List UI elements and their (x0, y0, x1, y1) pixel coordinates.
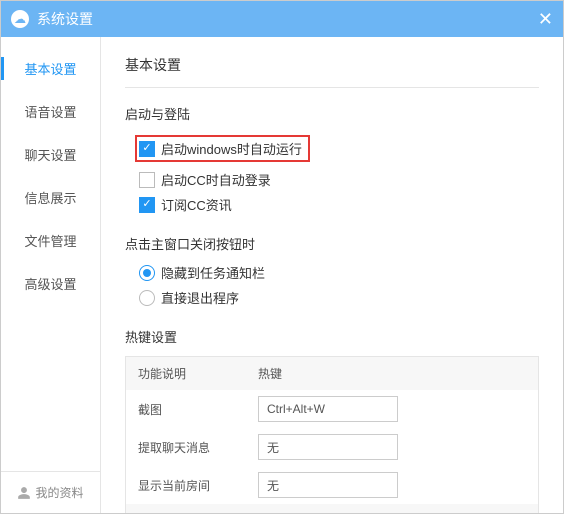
close-icon[interactable]: ✕ (538, 9, 553, 30)
sidebar-item-files[interactable]: 文件管理 (1, 219, 100, 262)
sidebar: 基本设置 语音设置 聊天设置 信息展示 文件管理 高级设置 我的资料 (1, 37, 101, 513)
hotkey-row-fetch-chat: 提取聊天消息 (126, 428, 538, 466)
hotkey-row-screenshot: 截图 (126, 390, 538, 428)
hotkey-input-2[interactable] (258, 472, 398, 498)
group-label-startup: 启动与登陆 (125, 104, 539, 123)
checkbox-subscribe[interactable] (139, 197, 155, 213)
hotkey-expand[interactable]: ▾展开 (126, 504, 538, 513)
label-auto-run: 启动windows时自动运行 (161, 139, 302, 158)
group-label-hotkey: 热键设置 (125, 327, 539, 346)
hotkey-input-0[interactable] (258, 396, 398, 422)
window-body: 基本设置 语音设置 聊天设置 信息展示 文件管理 高级设置 我的资料 基本设置 … (1, 37, 563, 513)
hotkey-header: 功能说明 热键 (126, 357, 538, 390)
sidebar-item-basic[interactable]: 基本设置 (1, 47, 100, 90)
label-auto-login: 启动CC时自动登录 (161, 170, 271, 189)
radio-hide-tray[interactable] (139, 265, 155, 281)
label-subscribe: 订阅CC资讯 (161, 195, 232, 214)
checkbox-auto-login[interactable] (139, 172, 155, 188)
chevron-down-icon: ▾ (315, 512, 321, 513)
sidebar-item-chat[interactable]: 聊天设置 (1, 133, 100, 176)
window-title: 系统设置 (37, 9, 93, 29)
hotkey-input-1[interactable] (258, 434, 398, 460)
row-subscribe[interactable]: 订阅CC资讯 (139, 195, 539, 214)
radio-exit[interactable] (139, 290, 155, 306)
checkbox-auto-run[interactable] (139, 141, 155, 157)
highlight-auto-run: 启动windows时自动运行 (135, 135, 310, 162)
hotkey-name-0: 截图 (138, 401, 258, 418)
row-hide-tray[interactable]: 隐藏到任务通知栏 (139, 263, 539, 282)
sidebar-item-voice[interactable]: 语音设置 (1, 90, 100, 133)
user-icon (17, 486, 31, 500)
sidebar-item-advanced[interactable]: 高级设置 (1, 262, 100, 305)
hotkey-col-key: 热键 (258, 365, 282, 382)
titlebar: ☁ 系统设置 ✕ (1, 1, 563, 37)
hotkey-row-show-room: 显示当前房间 (126, 466, 538, 504)
section-heading: 基本设置 (125, 55, 539, 88)
hotkey-name-1: 提取聊天消息 (138, 439, 258, 456)
group-close: 点击主窗口关闭按钮时 隐藏到任务通知栏 直接退出程序 (125, 234, 539, 307)
hotkey-table: 功能说明 热键 截图 提取聊天消息 显示当前房间 (125, 356, 539, 513)
row-auto-login[interactable]: 启动CC时自动登录 (139, 170, 539, 189)
content-pane: 基本设置 启动与登陆 启动windows时自动运行 启动CC时自动登录 订阅CC… (101, 37, 563, 513)
app-icon: ☁ (11, 10, 29, 28)
group-startup: 启动与登陆 启动windows时自动运行 启动CC时自动登录 订阅CC资讯 (125, 104, 539, 214)
label-hide-tray: 隐藏到任务通知栏 (161, 263, 265, 282)
label-exit: 直接退出程序 (161, 288, 239, 307)
hotkey-col-name: 功能说明 (138, 365, 258, 382)
sidebar-item-info[interactable]: 信息展示 (1, 176, 100, 219)
sidebar-nav: 基本设置 语音设置 聊天设置 信息展示 文件管理 高级设置 (1, 37, 100, 471)
sidebar-footer-profile[interactable]: 我的资料 (1, 471, 100, 513)
hotkey-name-2: 显示当前房间 (138, 477, 258, 494)
settings-window: ☁ 系统设置 ✕ 基本设置 语音设置 聊天设置 信息展示 文件管理 高级设置 我… (0, 0, 564, 514)
group-hotkey: 热键设置 功能说明 热键 截图 提取聊天消息 显示当前房 (125, 327, 539, 513)
group-label-close: 点击主窗口关闭按钮时 (125, 234, 539, 253)
row-exit[interactable]: 直接退出程序 (139, 288, 539, 307)
